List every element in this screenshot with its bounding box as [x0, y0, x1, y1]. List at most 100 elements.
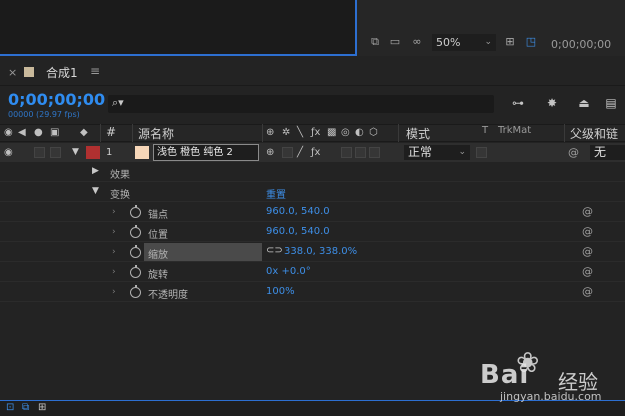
- close-icon[interactable]: ×: [8, 66, 17, 79]
- zoom-dropdown[interactable]: 50% ⌄: [432, 34, 496, 51]
- property-name: 锚点: [148, 210, 168, 221]
- column-t[interactable]: T: [482, 125, 488, 136]
- expression-pickwhip-icon[interactable]: @: [582, 225, 593, 238]
- constrain-proportions-link-icon[interactable]: ⊂⊃: [266, 245, 283, 256]
- twirl-right-icon[interactable]: ▶: [92, 166, 99, 176]
- layer-number: 1: [106, 147, 113, 158]
- eye-icon[interactable]: ◉: [4, 127, 13, 138]
- watermark-url: jingyan.baidu.com: [500, 390, 602, 403]
- current-time-display[interactable]: 0;00;00;00: [8, 90, 105, 109]
- mask-icon[interactable]: ∞: [410, 36, 424, 47]
- visibility-eye-icon[interactable]: ◉: [4, 147, 13, 158]
- property-value[interactable]: 100%: [266, 286, 295, 297]
- layer-name-field[interactable]: 浅色 橙色 纯色 2: [153, 144, 259, 161]
- chevron-down-icon: ⌄: [458, 147, 466, 157]
- chevron-down-icon: ⌄: [484, 37, 492, 47]
- label-tag-icon[interactable]: ◆: [80, 127, 88, 138]
- in-out-icon[interactable]: ⧉: [22, 402, 29, 413]
- column-source-name[interactable]: 源名称: [138, 125, 174, 142]
- region-icon[interactable]: ◳: [524, 36, 538, 47]
- flowchart-icon[interactable]: ⊶: [510, 96, 526, 112]
- transform-group-label: 变换: [110, 190, 130, 201]
- expression-pickwhip-icon[interactable]: @: [582, 285, 593, 298]
- column-parent[interactable]: 父级和链: [570, 125, 618, 142]
- viewer-timecode[interactable]: 0;00;00;00: [551, 38, 611, 51]
- property-value[interactable]: 960.0, 540.0: [266, 206, 330, 217]
- menu-icon[interactable]: ≡: [90, 64, 100, 78]
- comp-color-swatch: [24, 67, 34, 77]
- tab-composition[interactable]: 合成1: [46, 64, 78, 81]
- column-mode[interactable]: 模式: [406, 125, 430, 142]
- monitor-icon[interactable]: ▭: [388, 36, 402, 47]
- twirl-down-icon[interactable]: ▼: [92, 186, 99, 196]
- effects-switch-icon[interactable]: ƒx: [311, 147, 320, 158]
- snapshot-icon[interactable]: ⧉: [368, 36, 382, 47]
- baidu-paw-logo: ❀: [516, 346, 540, 379]
- twirl-down-icon[interactable]: ▼: [72, 147, 79, 157]
- property-name: 缩放: [148, 250, 168, 261]
- frame-blending-icon[interactable]: ▤: [603, 96, 619, 112]
- layer-search-input[interactable]: [108, 95, 494, 113]
- shy-layers-icon[interactable]: ⏏: [576, 96, 592, 112]
- property-name: 不透明度: [148, 290, 188, 301]
- property-row-opacity[interactable]: [0, 282, 625, 302]
- 3d-layer-icon[interactable]: ⬡: [369, 127, 378, 138]
- shy-icon[interactable]: ⊕: [266, 127, 274, 138]
- lock-switch[interactable]: [50, 147, 61, 158]
- effects-icon[interactable]: ƒx: [311, 127, 320, 138]
- reset-link[interactable]: 重置: [266, 186, 286, 201]
- expression-pickwhip-icon[interactable]: @: [582, 245, 593, 258]
- adjustment-icon[interactable]: ◐: [355, 127, 364, 138]
- lock-icon[interactable]: ▣: [50, 127, 59, 138]
- motion-blur-icon[interactable]: ◎: [341, 127, 350, 138]
- property-value[interactable]: 960.0, 540.0: [266, 226, 330, 237]
- motion-blur-switch[interactable]: [341, 147, 352, 158]
- composition-viewer[interactable]: [0, 0, 357, 56]
- audio-icon[interactable]: ◀: [18, 127, 26, 138]
- stopwatch-icon[interactable]: [130, 245, 141, 258]
- column-divider: [564, 124, 565, 142]
- collapse-icon[interactable]: ✲: [282, 127, 290, 138]
- collapse-switch[interactable]: [282, 147, 293, 158]
- adjustment-switch[interactable]: [355, 147, 366, 158]
- expression-pickwhip-icon[interactable]: @: [582, 205, 593, 218]
- stopwatch-icon[interactable]: [130, 205, 141, 218]
- property-name: 旋转: [148, 270, 168, 281]
- frame-rate-label: 00000 (29.97 fps): [8, 110, 80, 119]
- stretch-icon[interactable]: ⊞: [38, 402, 46, 413]
- stopwatch-icon[interactable]: [130, 285, 141, 298]
- blend-mode-dropdown[interactable]: 正常 ⌄: [404, 145, 470, 160]
- stopwatch-icon[interactable]: [130, 225, 141, 238]
- trkmat-dropdown[interactable]: [476, 147, 487, 158]
- column-divider: [132, 124, 133, 142]
- column-number: #: [106, 125, 117, 139]
- frame-blend-icon[interactable]: ▩: [327, 127, 336, 138]
- property-value[interactable]: 0x +0.0°: [266, 266, 311, 277]
- shy-switch-icon[interactable]: ⊕: [266, 147, 274, 158]
- column-divider: [262, 124, 263, 142]
- search-icon[interactable]: ⌕▾: [112, 96, 124, 110]
- effects-group-label: 效果: [110, 170, 130, 181]
- layer-label-color[interactable]: [86, 146, 100, 159]
- 3d-switch[interactable]: [369, 147, 380, 158]
- pick-whip-icon[interactable]: @: [568, 146, 579, 159]
- quality-icon[interactable]: ╲: [297, 127, 303, 138]
- bullet: ›: [112, 247, 116, 257]
- property-value[interactable]: 338.0, 338.0%: [284, 246, 357, 257]
- quality-switch-icon[interactable]: ╱: [297, 147, 303, 158]
- grid-icon[interactable]: ⊞: [503, 36, 517, 47]
- bullet: ›: [112, 267, 116, 277]
- column-trkmat[interactable]: TrkMat: [498, 125, 531, 136]
- column-divider: [398, 124, 399, 142]
- solid-color-swatch: [135, 146, 149, 159]
- bullet: ›: [112, 207, 116, 217]
- solo-icon[interactable]: ●: [34, 127, 43, 138]
- property-name: 位置: [148, 230, 168, 241]
- property-row-rotation[interactable]: [0, 262, 625, 282]
- render-time-icon[interactable]: ⊡: [6, 402, 14, 413]
- draft-3d-icon[interactable]: ✸: [544, 96, 560, 112]
- parent-dropdown[interactable]: 无: [590, 145, 625, 160]
- stopwatch-icon[interactable]: [130, 265, 141, 278]
- expression-pickwhip-icon[interactable]: @: [582, 265, 593, 278]
- solo-switch[interactable]: [34, 147, 45, 158]
